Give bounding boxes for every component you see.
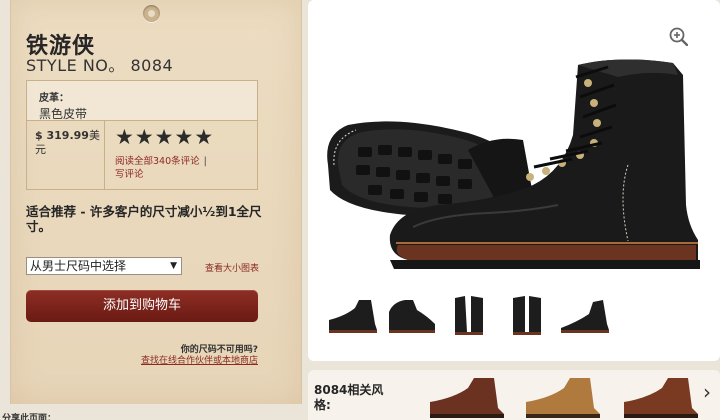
leather-value: 黑色皮带 — [39, 107, 88, 121]
share-page-label: 分享此页面： — [2, 414, 57, 420]
related-boot-2[interactable] — [520, 374, 606, 420]
star-icon: ★ — [174, 125, 194, 149]
star-icon: ★ — [134, 125, 154, 149]
zoom-icon[interactable] — [669, 27, 688, 46]
star-icon: ★ — [194, 125, 214, 149]
thumbnail-5[interactable] — [557, 290, 613, 338]
star-icon: ★ — [115, 125, 134, 149]
related-styles-label: 8084相关风格: — [314, 383, 384, 412]
review-separator: | — [203, 156, 207, 167]
review-links: 阅读全部340条评论 | 写评论 — [115, 155, 213, 181]
related-boot-1[interactable] — [424, 374, 510, 420]
find-partner-link[interactable]: 查找在线合作伙伴或本地商店 — [26, 353, 258, 366]
thumbnail-3[interactable] — [441, 290, 497, 338]
size-select[interactable]: 从男士尺码中选择 ▼ — [26, 257, 182, 275]
size-select-value: 从男士尺码中选择 — [30, 259, 127, 273]
add-to-cart-button[interactable]: 添加到购物车 — [26, 290, 258, 322]
chevron-right-icon[interactable]: › — [703, 380, 711, 404]
product-details-box: 皮革： 黑色皮带 $ 319.99美元 ★ ★ ★ ★ ★ 阅读全部340条评论… — [26, 80, 258, 190]
dropdown-arrow-icon: ▼ — [170, 261, 177, 271]
main-product-image[interactable] — [318, 55, 708, 275]
thumbnail-4[interactable] — [499, 290, 555, 338]
related-boot-3[interactable] — [618, 374, 704, 420]
rating-stars: ★ ★ ★ ★ ★ — [115, 125, 213, 149]
write-review-link[interactable]: 写评论 — [115, 169, 144, 180]
price-amount: $ 319.99 — [35, 129, 89, 142]
star-icon: ★ — [154, 125, 174, 149]
price: $ 319.99美元 — [27, 121, 105, 189]
style-number: STYLE NO。 8084 — [26, 56, 174, 75]
read-reviews-link[interactable]: 阅读全部340条评论 — [115, 156, 200, 167]
leather-section: 皮革： 黑色皮带 — [27, 81, 257, 121]
price-rating-row: $ 319.99美元 ★ ★ ★ ★ ★ 阅读全部340条评论 | 写评论 — [27, 121, 257, 189]
thumbnail-2[interactable] — [383, 290, 439, 338]
thumbnail-1[interactable] — [325, 290, 381, 338]
rating-block: ★ ★ ★ ★ ★ 阅读全部340条评论 | 写评论 — [105, 121, 213, 189]
leather-label: 皮革： — [39, 93, 69, 104]
size-chart-link[interactable]: 查看大小图表 — [205, 261, 259, 274]
fit-recommendation: 适合推荐 - 许多客户的尺寸减小½到1全尺寸。 — [26, 204, 262, 234]
tag-grommet — [143, 5, 160, 22]
thumbnail-strip — [325, 290, 615, 338]
